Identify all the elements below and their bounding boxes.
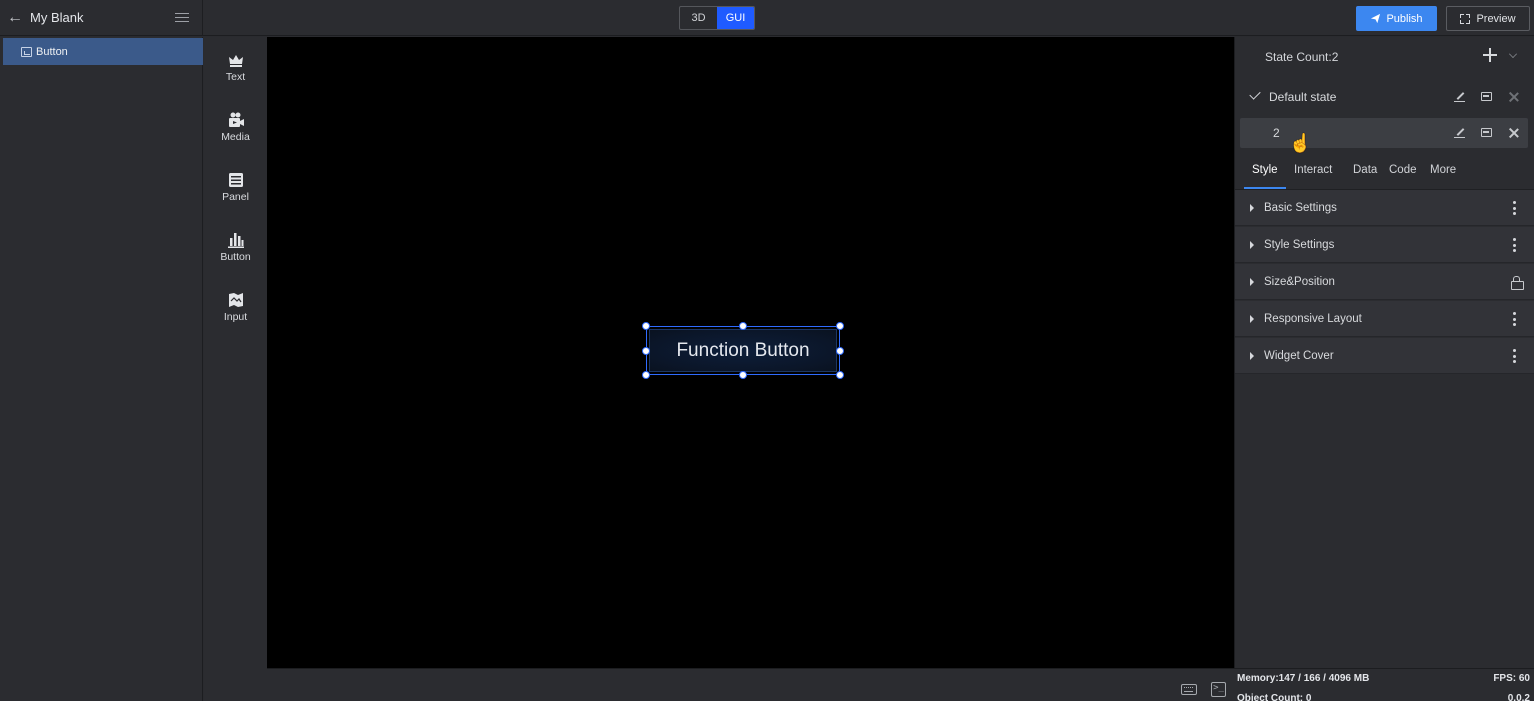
edit-icon[interactable] xyxy=(1454,91,1466,103)
camera-icon xyxy=(228,112,244,127)
memory-readout: Memory:147 / 166 / 4096 MB xyxy=(1237,673,1370,684)
more-vertical-icon[interactable] xyxy=(1513,238,1517,252)
caret-right-icon xyxy=(1250,315,1254,323)
section-responsive-layout[interactable]: Responsive Layout xyxy=(1235,301,1534,337)
keyboard-icon[interactable] xyxy=(1181,684,1197,695)
more-vertical-icon[interactable] xyxy=(1513,201,1517,215)
more-vertical-icon[interactable] xyxy=(1513,312,1517,326)
status-bar: Memory:147 / 166 / 4096 MB FPS: 60 Objec… xyxy=(1234,668,1534,701)
tool-input-label: Input xyxy=(223,311,248,323)
copy-icon[interactable] xyxy=(1481,128,1492,137)
caret-right-icon xyxy=(1250,278,1254,286)
section-size-position[interactable]: Size&Position xyxy=(1235,264,1534,300)
chevron-down-icon[interactable] xyxy=(1509,50,1517,58)
check-icon xyxy=(1249,88,1261,100)
resize-handle-top-left[interactable] xyxy=(642,322,650,330)
input-icon xyxy=(228,293,243,307)
object-count-readout: Object Count: 0 xyxy=(1237,693,1312,701)
caret-right-icon xyxy=(1250,204,1254,212)
divider xyxy=(202,0,203,36)
tool-media[interactable]: Media xyxy=(204,111,267,159)
delete-icon[interactable] xyxy=(1508,127,1520,139)
state-header: State Count:2 xyxy=(1235,37,1534,77)
properties-panel: State Count:2 Default state 2 ☝ Style In… xyxy=(1234,37,1534,668)
terminal-icon[interactable]: >_ xyxy=(1211,682,1226,697)
copy-icon[interactable] xyxy=(1481,92,1492,101)
section-label: Widget Cover xyxy=(1264,349,1334,362)
more-vertical-icon[interactable] xyxy=(1513,349,1517,363)
section-style-settings[interactable]: Style Settings xyxy=(1235,227,1534,263)
caret-right-icon xyxy=(1250,352,1254,360)
section-label: Responsive Layout xyxy=(1264,312,1362,325)
panel-icon xyxy=(228,173,243,187)
section-label: Style Settings xyxy=(1264,238,1335,251)
resize-handle-top[interactable] xyxy=(739,322,747,330)
version-readout: 0.0.2 xyxy=(1507,693,1530,701)
resize-handle-bottom[interactable] xyxy=(739,371,747,379)
state-item-2[interactable]: 2 xyxy=(1240,118,1528,148)
state-count-label: State Count:2 xyxy=(1265,50,1339,64)
tool-input[interactable]: Input xyxy=(204,291,267,339)
tool-text-label: Text xyxy=(225,71,246,83)
section-basic-settings[interactable]: Basic Settings xyxy=(1235,190,1534,226)
mode-switch: 3D GUI xyxy=(679,6,755,30)
property-tabs: Style Interact Data Code More xyxy=(1235,154,1534,190)
resize-handle-bottom-left[interactable] xyxy=(642,371,650,379)
tab-more[interactable]: More xyxy=(1430,164,1456,176)
crown-icon xyxy=(228,55,243,67)
preview-label: Preview xyxy=(1476,12,1516,25)
selection-box[interactable]: Function Button xyxy=(642,322,844,379)
tab-data[interactable]: Data xyxy=(1353,164,1377,176)
mode-gui-button[interactable]: GUI xyxy=(717,7,754,29)
section-widget-cover[interactable]: Widget Cover xyxy=(1235,338,1534,374)
mode-3d-button[interactable]: 3D xyxy=(680,7,717,29)
layer-item-label: Button xyxy=(36,45,68,58)
tool-button-label: Button xyxy=(220,251,251,263)
resize-handle-bottom-right[interactable] xyxy=(836,371,844,379)
function-button-widget[interactable]: Function Button xyxy=(649,329,837,372)
canvas-bottom-bar: >_ xyxy=(267,668,1234,701)
publish-button[interactable]: Publish xyxy=(1356,6,1437,31)
chart-widget-icon xyxy=(21,46,32,57)
hamburger-menu-icon[interactable] xyxy=(174,10,190,26)
tab-interact[interactable]: Interact xyxy=(1294,164,1332,176)
layer-panel: Button xyxy=(0,37,203,701)
preview-button[interactable]: Preview xyxy=(1446,6,1530,31)
state-name: Default state xyxy=(1269,90,1337,104)
edit-icon[interactable] xyxy=(1454,127,1466,139)
resize-handle-top-right[interactable] xyxy=(836,322,844,330)
tab-style[interactable]: Style xyxy=(1252,164,1278,176)
top-bar: ← My Blank 3D GUI Publish Preview xyxy=(0,0,1534,36)
editor-root: ← My Blank 3D GUI Publish Preview Button… xyxy=(0,0,1534,701)
tool-panel-label: Panel xyxy=(222,191,249,203)
fps-readout: FPS: 60 xyxy=(1493,673,1530,684)
delete-icon[interactable] xyxy=(1508,91,1520,103)
bar-chart-icon xyxy=(227,233,244,248)
panel-scrollbar[interactable] xyxy=(1528,39,1534,666)
publish-label: Publish xyxy=(1386,12,1423,25)
tool-button[interactable]: Button xyxy=(204,231,267,279)
section-label: Size&Position xyxy=(1264,275,1335,288)
add-state-icon[interactable] xyxy=(1483,48,1497,62)
design-canvas[interactable]: Function Button xyxy=(267,37,1234,668)
resize-handle-right[interactable] xyxy=(836,347,844,355)
active-tab-indicator xyxy=(1244,187,1286,189)
fullscreen-icon xyxy=(1460,13,1471,24)
back-arrow-icon[interactable]: ← xyxy=(6,9,24,27)
state-name: 2 xyxy=(1273,126,1280,140)
tool-text[interactable]: Text xyxy=(204,51,267,99)
send-icon xyxy=(1371,13,1381,24)
caret-right-icon xyxy=(1250,241,1254,249)
section-label: Basic Settings xyxy=(1264,201,1337,214)
widget-toolbox: Text Media Panel Button Input xyxy=(204,37,267,701)
layer-item-button[interactable]: Button xyxy=(3,38,203,65)
resize-handle-left[interactable] xyxy=(642,347,650,355)
tool-panel[interactable]: Panel xyxy=(204,171,267,219)
lock-icon[interactable] xyxy=(1511,276,1524,290)
state-item-default[interactable]: Default state xyxy=(1240,82,1528,112)
tool-media-label: Media xyxy=(221,131,250,143)
project-title: My Blank xyxy=(30,10,84,25)
tab-code[interactable]: Code xyxy=(1389,164,1417,176)
